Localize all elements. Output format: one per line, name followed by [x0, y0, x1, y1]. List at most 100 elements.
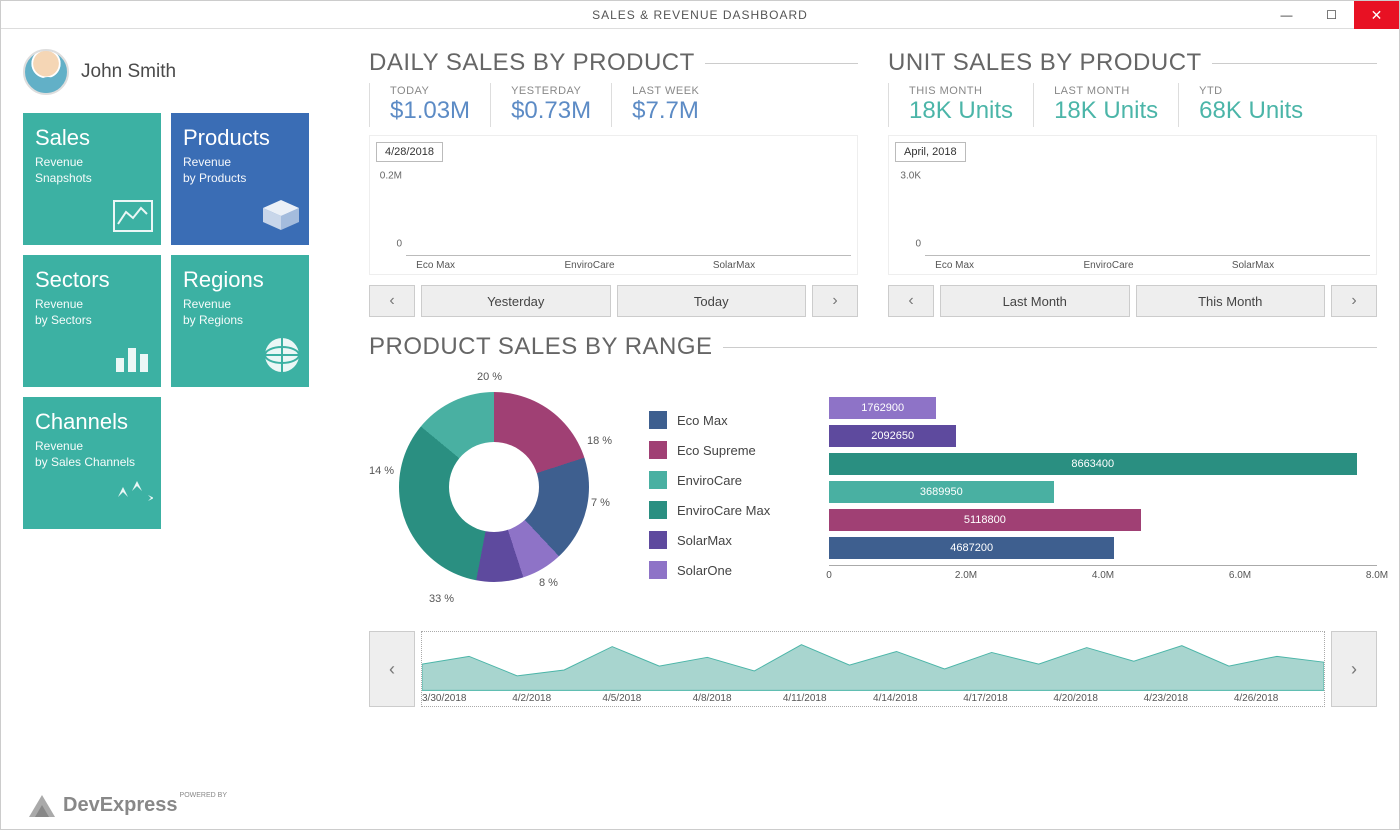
donut-chart: 20 % 18 % 7 % 8 % 33 % 14 % — [369, 367, 619, 617]
prev-arrow-button[interactable]: ‹ — [369, 285, 415, 317]
donut-label: 18 % — [587, 435, 612, 447]
next-arrow-button[interactable]: › — [812, 285, 858, 317]
window-title: SALES & REVENUE DASHBOARD — [1, 8, 1399, 22]
tile-subtitle: RevenueSnapshots — [35, 154, 149, 186]
nav-tile-products[interactable]: ProductsRevenueby Products — [171, 113, 309, 245]
globe-icon — [263, 336, 301, 379]
hbar: 8663400 — [829, 453, 1377, 475]
stat-value: $1.03M — [390, 97, 470, 125]
unit-sales-panel: UNIT SALES BY PRODUCT THIS MONTH 18K Unit… — [888, 49, 1377, 317]
stat-value: 18K Units — [1054, 97, 1158, 125]
hbar-fill: 2092650 — [829, 425, 956, 447]
x-tick: 8.0M — [1366, 570, 1388, 581]
legend-label: SolarMax — [677, 533, 732, 548]
x-category: EnviroCare — [565, 260, 693, 271]
timeline-date: 4/14/2018 — [873, 693, 963, 704]
stat-label: YTD — [1199, 85, 1303, 97]
hbar: 4687200 — [829, 537, 1377, 559]
donut-label: 20 % — [477, 371, 502, 383]
timeline-date: 4/26/2018 — [1234, 693, 1324, 704]
x-category: Eco Max — [935, 260, 1063, 271]
bar-value: 1906 — [1300, 239, 1360, 251]
timeline-prev-button[interactable]: ‹ — [369, 631, 415, 707]
x-tick: 0 — [826, 570, 832, 581]
timeline-date: 4/23/2018 — [1144, 693, 1234, 704]
nav-tiles: SalesRevenueSnapshotsProductsRevenueby P… — [23, 113, 353, 529]
brand-powered: POWERED BY — [180, 792, 227, 799]
tile-title: Channels — [35, 409, 149, 435]
x-tick: 2.0M — [955, 570, 977, 581]
close-button[interactable]: ✕ — [1354, 1, 1399, 29]
bar-value: 222000 — [484, 239, 544, 251]
tile-subtitle: Revenueby Sales Channels — [35, 438, 149, 470]
x-category: SolarMax — [713, 260, 841, 271]
stat-label: YESTERDAY — [511, 85, 591, 97]
y-tick: 0.2M — [380, 171, 402, 182]
period-button-yesterday[interactable]: Yesterday — [421, 285, 611, 317]
timeline-date: 4/11/2018 — [783, 693, 873, 704]
legend-item: EnviroCare Max — [649, 501, 799, 519]
legend-item: Eco Max — [649, 411, 799, 429]
unit-sales-chart: April, 2018 3.0K 0 27914059Eco Max336047… — [888, 135, 1377, 275]
x-tick: 4.0M — [1092, 570, 1114, 581]
brand-logo: DevExpress POWERED BY — [29, 794, 233, 817]
bars-icon — [113, 340, 153, 379]
nav-tile-sales[interactable]: SalesRevenueSnapshots — [23, 113, 161, 245]
legend-label: Eco Supreme — [677, 443, 756, 458]
stat-value: $7.7M — [632, 97, 699, 125]
hbar: 5118800 — [829, 509, 1377, 531]
timeline-next-button[interactable]: › — [1331, 631, 1377, 707]
prev-arrow-button[interactable]: ‹ — [888, 285, 934, 317]
nav-tile-channels[interactable]: Channels Revenueby Sales Channels — [23, 397, 161, 529]
bar-value: 4724 — [1152, 239, 1212, 251]
nav-tile-sectors[interactable]: Sectors Revenueby Sectors — [23, 255, 161, 387]
x-category: EnviroCare — [1084, 260, 1212, 271]
panel-title: DAILY SALES BY PRODUCT — [369, 49, 858, 77]
legend-swatch — [649, 441, 667, 459]
timeline-date: 4/20/2018 — [1053, 693, 1143, 704]
stat-label: TODAY — [390, 85, 470, 97]
maximize-button[interactable]: ☐ — [1309, 1, 1354, 29]
minimize-button[interactable]: — — [1264, 1, 1309, 29]
bar-value: 3360 — [1084, 239, 1144, 251]
period-button-last-month[interactable]: Last Month — [940, 285, 1130, 317]
hbar-fill: 8663400 — [829, 453, 1357, 475]
stat-value: $0.73M — [511, 97, 591, 125]
legend-item: EnviroCare — [649, 471, 799, 489]
panel-title: UNIT SALES BY PRODUCT — [888, 49, 1377, 77]
window-titlebar: SALES & REVENUE DASHBOARD — ☐ ✕ — [1, 1, 1399, 29]
box-icon — [261, 198, 301, 237]
donut-label: 7 % — [591, 497, 610, 509]
nav-tile-regions[interactable]: RegionsRevenueby Regions — [171, 255, 309, 387]
legend-item: Eco Supreme — [649, 441, 799, 459]
timeline-date: 4/8/2018 — [693, 693, 783, 704]
tile-subtitle: Revenueby Products — [183, 154, 297, 186]
next-arrow-button[interactable]: › — [1331, 285, 1377, 317]
y-tick: 3.0K — [900, 171, 921, 182]
hbar: 1762900 — [829, 397, 1377, 419]
bar-value: 145850 — [565, 239, 625, 251]
chart-line-icon — [113, 200, 153, 237]
legend-label: SolarOne — [677, 563, 732, 578]
timeline-chart[interactable]: 3/30/20184/2/20184/5/20184/8/20184/11/20… — [421, 631, 1325, 707]
panel-title: PRODUCT SALES BY RANGE — [369, 333, 1377, 361]
daily-sales-panel: DAILY SALES BY PRODUCT TODAY$1.03M YESTE… — [369, 49, 858, 317]
tile-title: Sectors — [35, 267, 149, 293]
hbar-fill: 5118800 — [829, 509, 1141, 531]
period-button-today[interactable]: Today — [617, 285, 807, 317]
bar-value: 67900 — [781, 239, 841, 251]
bar-value: 175600 — [416, 239, 476, 251]
x-category: Eco Max — [416, 260, 544, 271]
tile-title: Regions — [183, 267, 297, 293]
avatar — [23, 49, 69, 95]
chart-date-tag: April, 2018 — [895, 142, 966, 162]
bar-value: 1458 — [1232, 239, 1292, 251]
timeline-date: 4/17/2018 — [963, 693, 1053, 704]
stat-label: LAST MONTH — [1054, 85, 1158, 97]
stat-label: THIS MONTH — [909, 85, 1013, 97]
donut-label: 14 % — [369, 465, 394, 477]
bar-value: 336100 — [633, 239, 693, 251]
tile-subtitle: Revenueby Sectors — [35, 296, 149, 328]
chart-date-tag: 4/28/2018 — [376, 142, 443, 162]
period-button-this-month[interactable]: This Month — [1136, 285, 1326, 317]
